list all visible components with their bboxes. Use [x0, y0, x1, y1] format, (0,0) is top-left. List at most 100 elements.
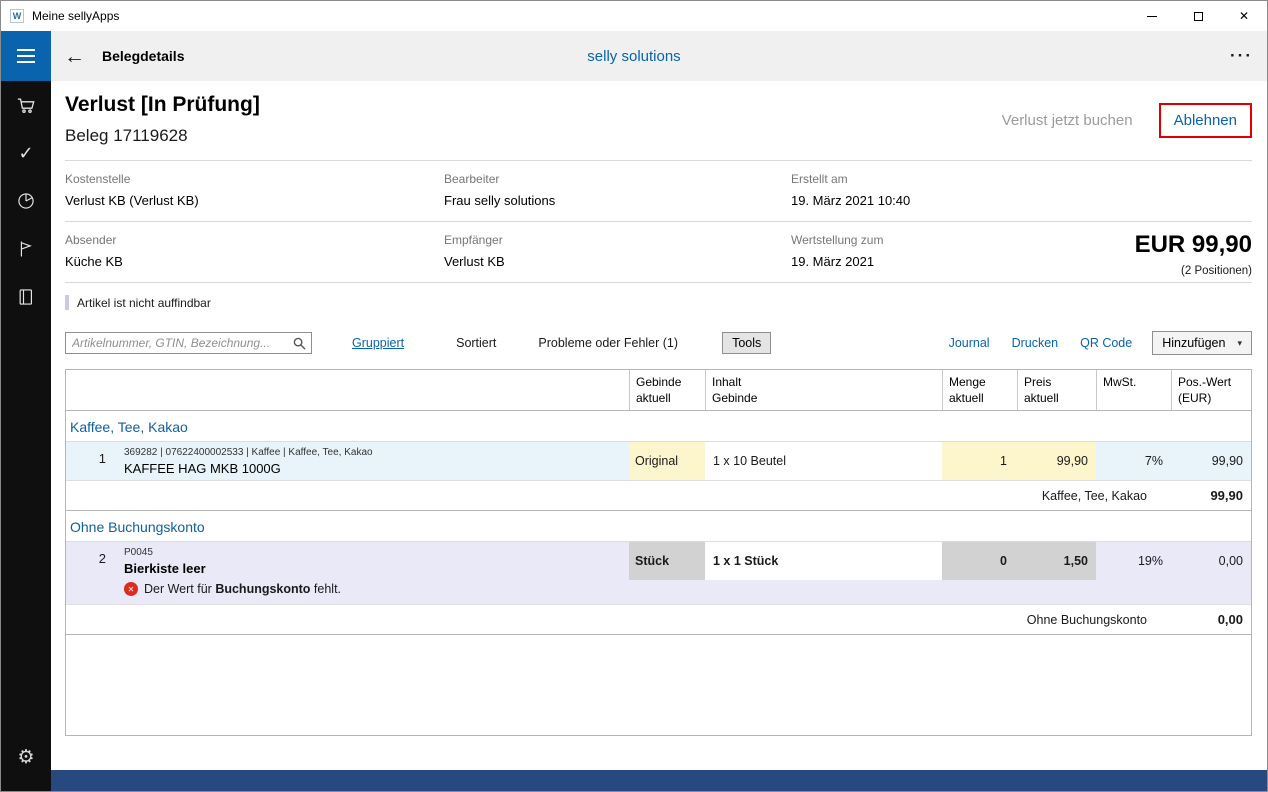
pos-wert-cell: 0,00 [1171, 542, 1251, 580]
bottom-status-strip [51, 770, 1267, 791]
pos-wert-cell: 99,90 [1171, 442, 1251, 480]
header-preis: Preis aktuell [1017, 370, 1096, 410]
field-value: Verlust KB (Verlust KB) [65, 193, 444, 208]
sidebar-item-approvals[interactable]: ✓ [1, 129, 51, 177]
field-label: Empfänger [444, 233, 791, 247]
header-num [66, 370, 116, 410]
meta-row-1: Kostenstelle Verlust KB (Verlust KB) Bea… [65, 161, 1252, 221]
subtotal-label: Kaffee, Tee, Kakao [66, 489, 1161, 503]
article-cell: P0045 Bierkiste leer [116, 542, 629, 580]
sidebar: ✓ ⚙ [1, 81, 51, 791]
gebinde-cell[interactable]: Original [629, 442, 705, 480]
flag-icon [16, 239, 36, 259]
maximize-button[interactable] [1175, 1, 1221, 31]
sidebar-item-reports[interactable] [1, 177, 51, 225]
hamburger-icon [17, 49, 35, 51]
search-input[interactable] [66, 336, 293, 350]
journal-link[interactable]: Journal [949, 336, 990, 350]
subtotal-value: 0,00 [1161, 612, 1251, 627]
reject-button[interactable]: Ablehnen [1159, 103, 1252, 138]
minimize-button[interactable] [1129, 1, 1175, 31]
inhalt-cell[interactable]: 1 x 1 Stück [705, 542, 942, 580]
search-box [65, 332, 312, 354]
window-controls: ✕ [1129, 1, 1267, 31]
preis-cell[interactable]: 1,50 [1017, 542, 1096, 580]
inhalt-cell[interactable]: 1 x 10 Beutel [705, 442, 942, 480]
group-subtotal-ohne-buchungskonto: Ohne Buchungskonto 0,00 [66, 604, 1251, 635]
meta-row-2: Absender Küche KB Empfänger Verlust KB W… [65, 222, 1252, 282]
field-value: Frau selly solutions [444, 193, 791, 208]
sidebar-item-cart[interactable] [1, 81, 51, 129]
sidebar-item-settings[interactable]: ⚙ [1, 733, 51, 781]
document-header: Verlust [In Prüfung] Beleg 17119628 Verl… [65, 93, 1252, 146]
brand-title: selly solutions [1, 48, 1267, 65]
divider [65, 282, 1252, 283]
header-pos-wert: Pos.-Wert (EUR) [1171, 370, 1251, 410]
ellipsis-icon: ··· [1230, 46, 1253, 65]
mwst-cell: 19% [1096, 542, 1171, 580]
more-options-button[interactable]: ··· [1230, 46, 1253, 66]
field-value: Küche KB [65, 254, 444, 269]
subtotal-value: 99,90 [1161, 488, 1251, 503]
pie-chart-icon [16, 191, 36, 211]
header-inhalt: Inhalt Gebinde [705, 370, 942, 410]
field-label: Erstellt am [791, 172, 1252, 186]
mwst-cell: 7% [1096, 442, 1171, 480]
group-header-ohne-buchungskonto[interactable]: Ohne Buchungskonto [66, 511, 1251, 542]
maximize-icon [1194, 12, 1203, 21]
field-empfaenger: Empfänger Verlust KB [444, 233, 791, 269]
row-error-message: ✕ Der Wert für Buchungskonto fehlt. [66, 580, 1251, 604]
ledger-icon [16, 287, 36, 307]
header-actions: Verlust jetzt buchen Ablehnen [1002, 103, 1252, 138]
row-number: 2 [66, 542, 116, 580]
back-icon: ← [64, 45, 85, 68]
print-link[interactable]: Drucken [1012, 336, 1059, 350]
sorted-toggle[interactable]: Sortiert [456, 336, 496, 350]
preis-cell[interactable]: 99,90 [1017, 442, 1096, 480]
hamburger-menu-button[interactable] [1, 31, 51, 81]
minimize-icon [1147, 16, 1157, 17]
gear-icon: ⚙ [17, 746, 34, 769]
sidebar-item-journal[interactable] [1, 273, 51, 321]
sidebar-item-labels[interactable] [1, 225, 51, 273]
menge-cell[interactable]: 0 [942, 542, 1017, 580]
table-row[interactable]: 2 P0045 Bierkiste leer Stück 1 x 1 Stück… [66, 542, 1251, 580]
table-row[interactable]: 1 369282 | 07622400002533 | Kaffee | Kaf… [66, 442, 1251, 480]
header-menge: Menge aktuell [942, 370, 1017, 410]
field-kostenstelle: Kostenstelle Verlust KB (Verlust KB) [65, 172, 444, 208]
tools-button[interactable]: Tools [722, 332, 771, 354]
total-amount: EUR 99,90 [1135, 231, 1252, 259]
close-button[interactable]: ✕ [1221, 1, 1267, 31]
notice-text: Artikel ist nicht auffindbar [77, 296, 211, 310]
window-titlebar: W Meine sellyApps ✕ [1, 1, 1267, 31]
error-text: Der Wert für Buchungskonto fehlt. [144, 582, 341, 596]
back-button[interactable]: ← [64, 46, 85, 67]
total-positions: (2 Positionen) [1135, 265, 1252, 277]
problems-filter[interactable]: Probleme oder Fehler (1) [538, 336, 678, 350]
header-gebinde: Gebinde aktuell [629, 370, 705, 410]
chevron-down-icon: ▾ [1237, 338, 1242, 349]
list-toolbar: Gruppiert Sortiert Probleme oder Fehler … [65, 331, 1252, 355]
check-icon: ✓ [18, 143, 33, 164]
window-title: Meine sellyApps [32, 9, 119, 23]
article-cell: 369282 | 07622400002533 | Kaffee | Kaffe… [116, 442, 629, 480]
qr-code-link[interactable]: QR Code [1080, 336, 1132, 350]
group-header-kaffee[interactable]: Kaffee, Tee, Kakao [66, 411, 1251, 442]
field-value: 19. März 2021 10:40 [791, 193, 1252, 208]
book-now-button[interactable]: Verlust jetzt buchen [1002, 112, 1133, 129]
menge-cell[interactable]: 1 [942, 442, 1017, 480]
article-meta: P0045 [124, 547, 153, 558]
field-label: Absender [65, 233, 444, 247]
main-content: Verlust [In Prüfung] Beleg 17119628 Verl… [51, 81, 1267, 791]
search-icon [293, 337, 306, 350]
close-icon: ✕ [1239, 10, 1249, 22]
app-icon: W [10, 9, 24, 23]
row-number: 1 [66, 442, 116, 480]
add-button[interactable]: Hinzufügen ▾ [1152, 331, 1252, 355]
gebinde-cell[interactable]: Stück [629, 542, 705, 580]
error-icon: ✕ [124, 582, 138, 596]
field-absender: Absender Küche KB [65, 233, 444, 269]
page-title: Belegdetails [102, 48, 184, 64]
cart-icon [16, 95, 36, 115]
grouped-toggle[interactable]: Gruppiert [352, 336, 404, 350]
